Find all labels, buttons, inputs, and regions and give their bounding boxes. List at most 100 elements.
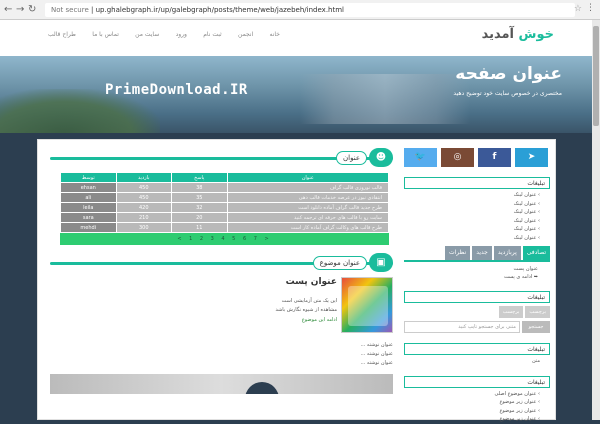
cell-title[interactable]: قالب نوروزی قالب گراف bbox=[226, 182, 390, 193]
twitter-icon[interactable]: 🐦 bbox=[404, 148, 437, 167]
post-excerpt-2: مشاهده از شیوه نگارش باشد bbox=[275, 307, 337, 313]
menu-icon[interactable]: ⋮ bbox=[586, 3, 595, 13]
col-title[interactable]: عنوان bbox=[226, 172, 390, 183]
list-item[interactable]: › عنوان لینک bbox=[404, 217, 540, 226]
browser-chrome: ← → ↻ Not secure | up.ghalebgraph.ir/up/… bbox=[0, 0, 600, 20]
tab-popular[interactable]: پربازدید bbox=[493, 246, 521, 260]
table-row[interactable]: انتقادی نیوز در عرصه خدمات قالب دهی 35 4… bbox=[60, 192, 390, 203]
telegram-icon[interactable]: ➤ bbox=[515, 148, 548, 167]
scrollbar-thumb[interactable] bbox=[593, 26, 599, 126]
tag-item[interactable]: برچسب bbox=[498, 306, 524, 318]
search-button[interactable]: جستجو bbox=[522, 321, 550, 333]
nav-item-designer[interactable]: طراح قالب bbox=[48, 31, 76, 38]
cell-author[interactable]: ali bbox=[60, 192, 117, 203]
link-label: عنوان لینک bbox=[513, 209, 537, 215]
search-form: جستجو متنی برای جستجو تایپ کنید bbox=[404, 321, 550, 333]
link-list: › عنوان لینک › عنوان لینک › عنوان لینک ›… bbox=[404, 191, 550, 242]
table-row[interactable]: سایت رو با قالب های حرفه ای ترجمه کنید 2… bbox=[60, 212, 390, 223]
back-icon[interactable]: ← bbox=[4, 4, 12, 16]
category-label: عنوان زیر موضوع bbox=[499, 407, 537, 414]
page-description: مختصری در خصوص سایت خود توضیح دهید bbox=[453, 90, 562, 97]
cell-title[interactable]: طرح قالب های وکالت گراف آماده کار است bbox=[226, 222, 390, 233]
post-thumbnail[interactable] bbox=[341, 277, 393, 333]
cell-title[interactable]: سایت رو با قالب های حرفه ای ترجمه کنید bbox=[226, 212, 390, 223]
social-buttons: 🐦 ◎ f ➤ bbox=[404, 148, 550, 167]
col-replies[interactable]: پاسخ bbox=[171, 172, 228, 183]
list-item[interactable]: › عنوان لینک bbox=[404, 191, 540, 200]
reload-icon[interactable]: ↻ bbox=[28, 4, 36, 16]
page-scrollbar[interactable] bbox=[592, 20, 600, 420]
tab-new[interactable]: جدید bbox=[472, 246, 492, 260]
table-row[interactable]: طرح قالب های وکالت گراف آماده کار است 11… bbox=[60, 222, 390, 233]
content-panel: عنوان ☻ عنوان پاسخ بازدید توسط قالب نورو… bbox=[37, 139, 556, 422]
list-item[interactable]: › عنوان زیر موضوع bbox=[404, 415, 540, 424]
search-input[interactable]: متنی برای جستجو تایپ کنید bbox=[404, 321, 520, 333]
tab-content: عنوان پست ➥ ادامه ی پست bbox=[404, 265, 550, 281]
sidebar-box-title: تبلیغات bbox=[404, 177, 550, 189]
link-label: عنوان لینک bbox=[513, 226, 537, 232]
section-header-posts: عنوان موضوع ▣ bbox=[50, 253, 393, 272]
cell-author[interactable]: ehsan bbox=[60, 182, 117, 193]
table-row[interactable]: طرح جدید قالب گراف آماده دانلود است 32 4… bbox=[60, 202, 390, 213]
list-item[interactable]: › عنوان زیر موضوع bbox=[404, 407, 540, 416]
tag-list: برچسب برچسب bbox=[404, 306, 550, 318]
col-views[interactable]: بازدید bbox=[115, 172, 173, 183]
cell-author[interactable]: sara bbox=[60, 212, 117, 223]
post-excerpt: این یک متن آزمایشی است bbox=[281, 298, 337, 304]
sidebar-box-title: تبلیغات bbox=[404, 343, 550, 355]
nav-item-register[interactable]: ثبت نام bbox=[203, 31, 222, 38]
link-label: عنوان لینک bbox=[513, 192, 537, 198]
list-item[interactable]: › عنوان لینک bbox=[404, 208, 540, 217]
image-strip bbox=[50, 374, 393, 394]
table-row[interactable]: قالب نوروزی قالب گراف 38 450 ehsan bbox=[60, 182, 390, 193]
category-label: عنوان موضوع اصلی bbox=[494, 390, 537, 397]
box-text: متن bbox=[532, 358, 540, 364]
main-column: عنوان ☻ عنوان پاسخ بازدید توسط قالب نورو… bbox=[50, 148, 393, 394]
list-item[interactable]: › عنوان لینک bbox=[404, 225, 540, 234]
url-text: up.ghalebgraph.ir/up/galebgraph/posts/th… bbox=[95, 6, 344, 14]
read-more-link[interactable]: ادامه این موضوع bbox=[302, 317, 337, 323]
list-item[interactable]: › عنوان لینک bbox=[404, 234, 540, 243]
list-item[interactable]: › عنوان موضوع اصلی bbox=[404, 390, 540, 399]
nav-item-home[interactable]: خانه bbox=[270, 31, 280, 38]
cell-views: 300 bbox=[115, 222, 173, 233]
list-item[interactable]: عنوان نوشته ... bbox=[200, 359, 393, 368]
list-item[interactable]: › عنوان زیر موضوع bbox=[404, 398, 540, 407]
hero-banner: PrimeDownload.IR عنوان صفحه مختصری در خص… bbox=[0, 56, 592, 133]
post-title[interactable]: عنوان پست bbox=[286, 277, 337, 287]
list-item[interactable]: عنوان پست bbox=[404, 265, 539, 273]
tag-item[interactable]: برچسب bbox=[525, 306, 550, 318]
cell-views: 450 bbox=[115, 182, 173, 193]
instagram-icon[interactable]: ◎ bbox=[441, 148, 474, 167]
page-title: عنوان صفحه bbox=[455, 64, 562, 84]
cell-replies: 38 bbox=[171, 182, 228, 193]
facebook-icon[interactable]: f bbox=[478, 148, 511, 167]
tab-comments[interactable]: نظرات bbox=[444, 246, 471, 260]
col-author[interactable]: توسط bbox=[60, 172, 117, 183]
nav-item-contact[interactable]: تماس با ما bbox=[92, 31, 119, 38]
sidebar-box-title: تبلیغات bbox=[404, 291, 550, 303]
link-label: عنوان لینک bbox=[513, 217, 537, 224]
cell-author[interactable]: leila bbox=[60, 202, 117, 213]
cell-title[interactable]: انتقادی نیوز در عرصه خدمات قالب دهی bbox=[226, 192, 390, 203]
cell-replies: 20 bbox=[171, 212, 228, 223]
pagination[interactable]: < 1 2 3 4 5 6 7 > bbox=[60, 233, 389, 245]
cell-author[interactable]: mehdi bbox=[60, 222, 117, 233]
tab-random[interactable]: تصادفی bbox=[522, 246, 550, 260]
forward-icon[interactable]: → bbox=[16, 4, 24, 16]
cell-views: 210 bbox=[115, 212, 173, 223]
list-item[interactable]: ➥ ادامه ی پست bbox=[404, 273, 538, 281]
list-item[interactable]: › عنوان لینک bbox=[404, 200, 540, 209]
nav-item-mysite[interactable]: سایت من bbox=[135, 31, 159, 38]
nav-item-forum[interactable]: انجمن bbox=[238, 31, 253, 38]
bookmark-star-icon[interactable]: ☆ bbox=[574, 4, 582, 14]
site-logo[interactable]: خوش آمدید bbox=[482, 27, 554, 42]
list-item[interactable]: عنوان نوشته ... bbox=[200, 350, 393, 359]
thumbnail-art bbox=[348, 286, 388, 326]
not-secure-label: Not secure bbox=[51, 6, 89, 14]
logo-rest: آمدید bbox=[481, 27, 514, 42]
cell-title[interactable]: طرح جدید قالب گراف آماده دانلود است bbox=[226, 202, 390, 213]
main-nav: خانه انجمن ثبت نام ورود سایت من تماس با … bbox=[48, 31, 280, 38]
nav-item-login[interactable]: ورود bbox=[176, 31, 187, 38]
address-bar[interactable]: Not secure | up.ghalebgraph.ir/up/galebg… bbox=[45, 3, 575, 17]
